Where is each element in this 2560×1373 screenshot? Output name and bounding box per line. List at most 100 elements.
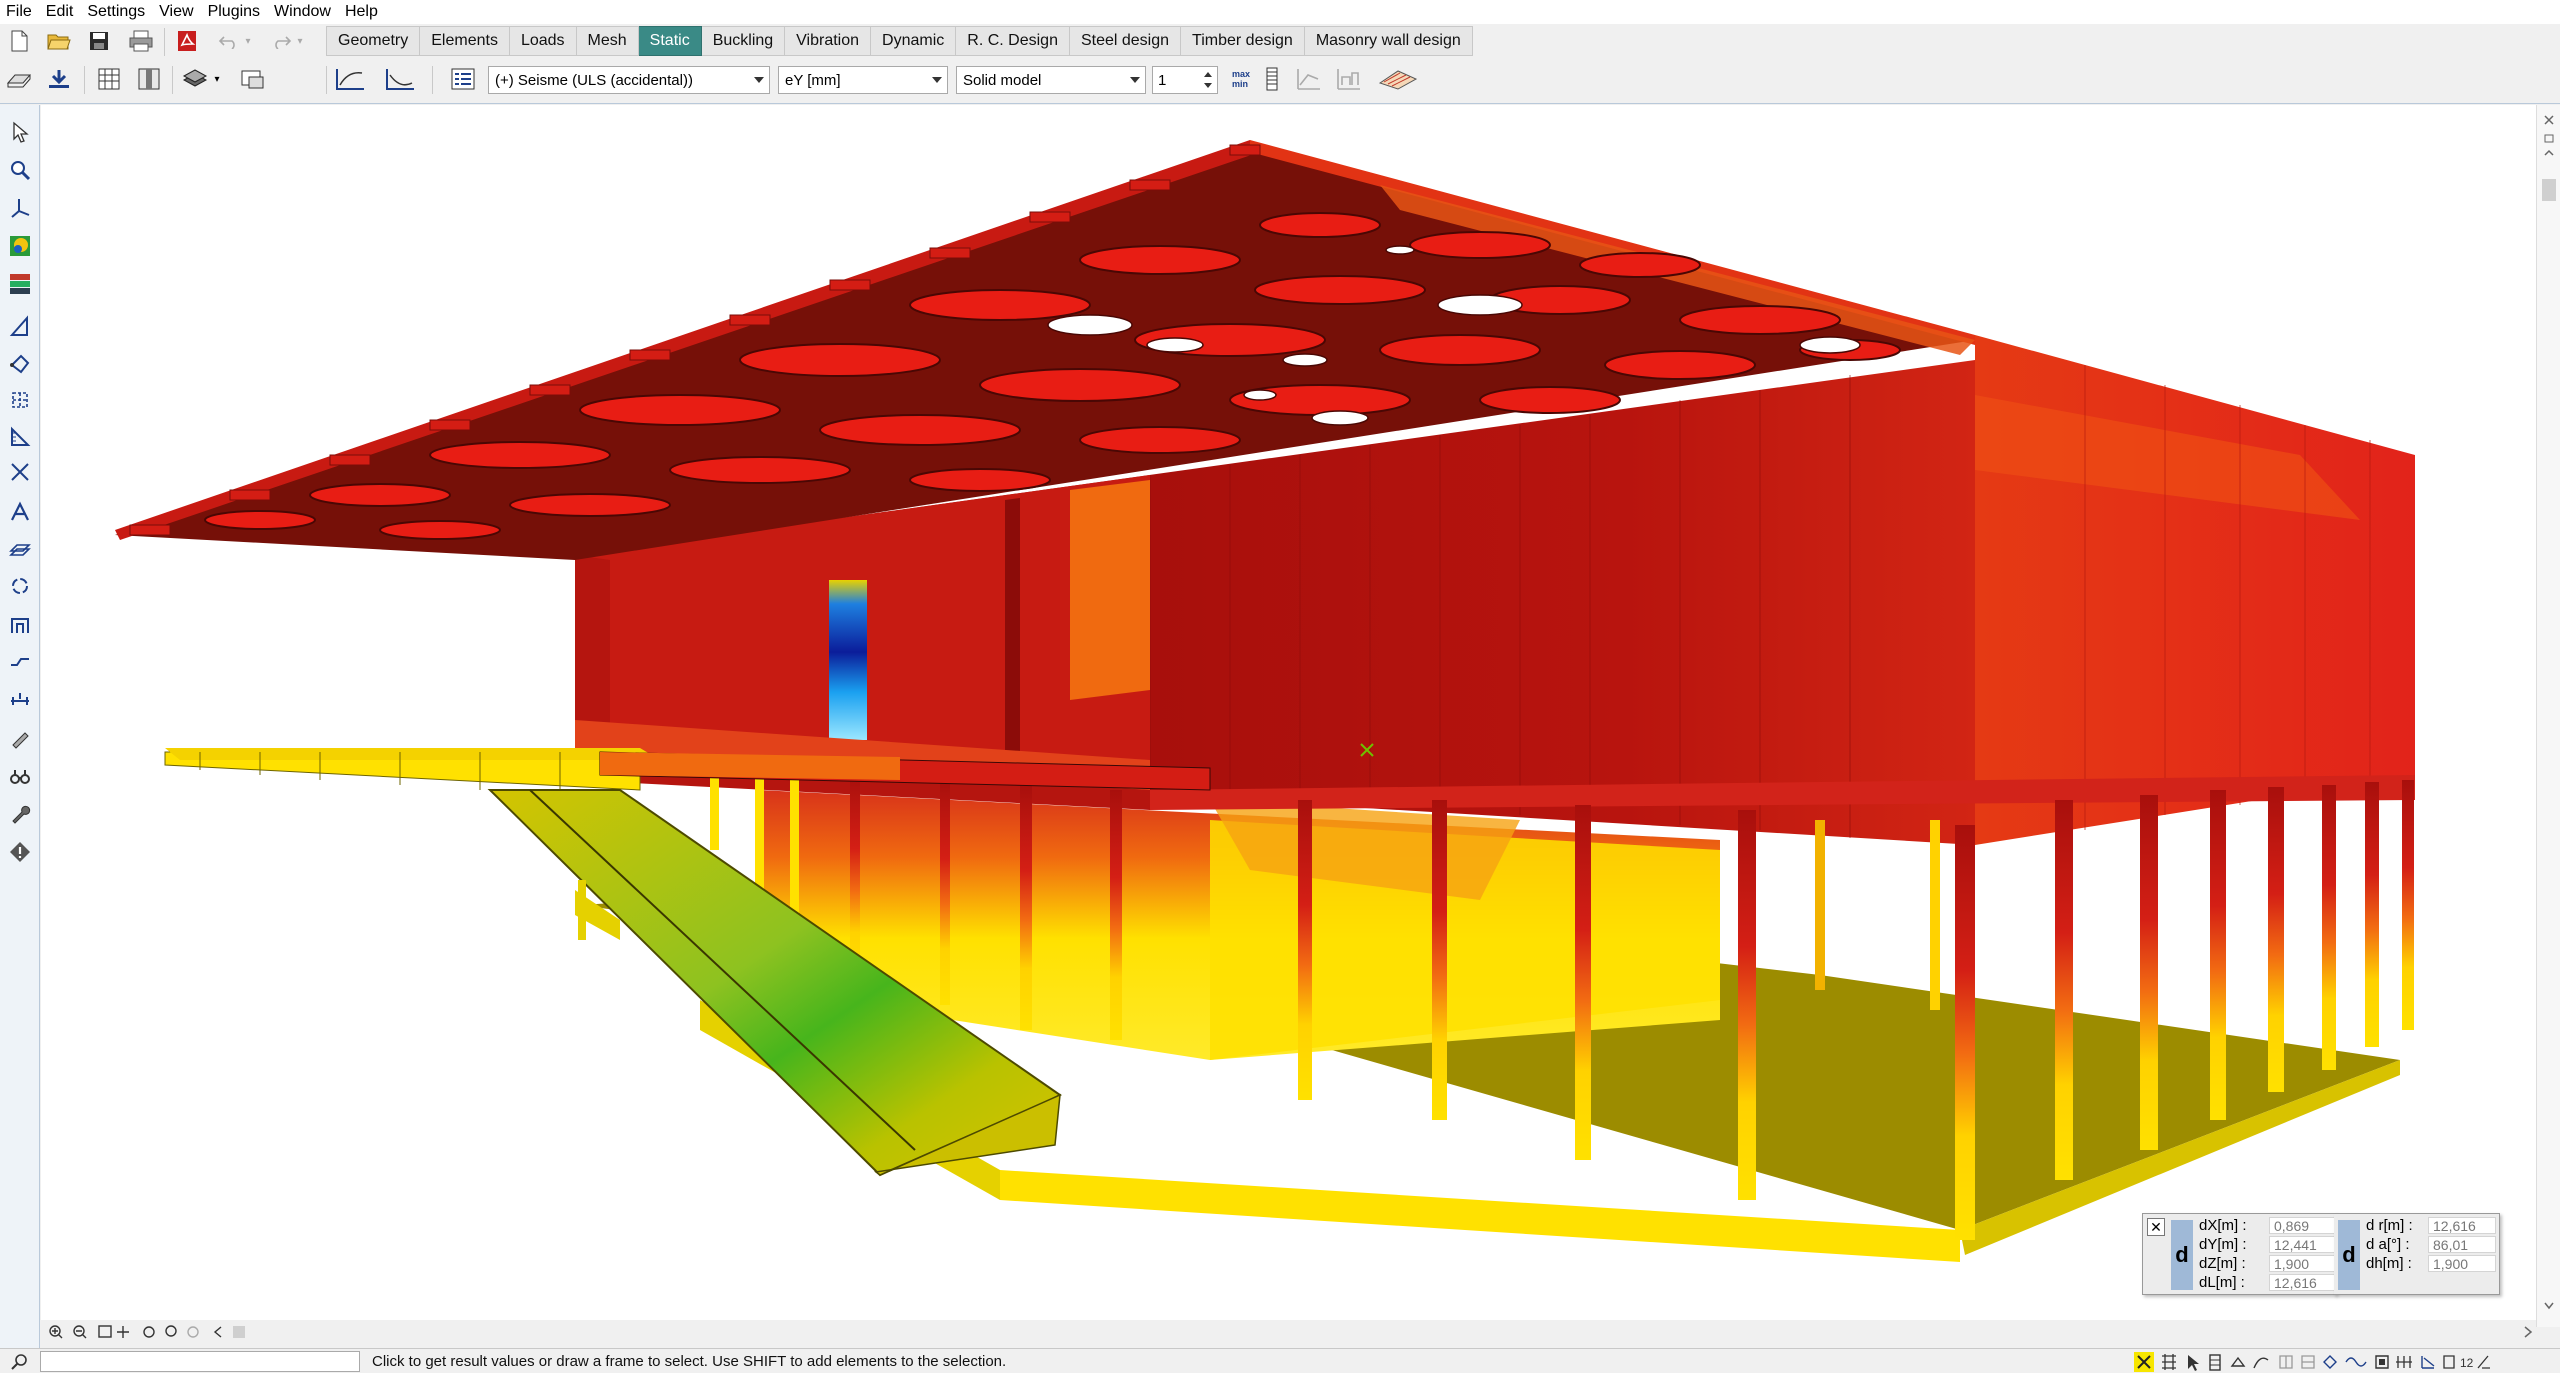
deformed-axis-alt-icon xyxy=(386,69,414,90)
layers-dropdown[interactable]: ▾ xyxy=(210,64,224,94)
balcony-slab-top xyxy=(165,748,660,760)
deformed-shape-animated-button[interactable] xyxy=(384,64,414,94)
frame-icon xyxy=(11,618,29,633)
download-arrow-icon xyxy=(49,70,69,88)
surface-plot-button[interactable] xyxy=(1376,64,1420,94)
menu-edit[interactable]: Edit xyxy=(46,3,74,21)
status-bar: Click to get result values or draw a fra… xyxy=(0,1348,2560,1373)
new-file-button[interactable] xyxy=(4,26,34,56)
render-mode-tool[interactable] xyxy=(5,231,35,261)
tab-geometry[interactable]: Geometry xyxy=(326,26,421,56)
minmax-button[interactable]: max min xyxy=(1224,64,1258,94)
dimension-tool[interactable] xyxy=(5,685,35,715)
scroll-down-icon[interactable] xyxy=(2542,1300,2556,1312)
node-tool[interactable] xyxy=(5,311,35,341)
roof-opening xyxy=(1579,252,1701,278)
snap-toggle-icons[interactable]: 12 xyxy=(2134,1352,2554,1372)
column xyxy=(2268,787,2284,1092)
search-icon[interactable] xyxy=(10,1353,30,1371)
roof-opening xyxy=(579,394,781,426)
result-layers-tool[interactable] xyxy=(5,269,35,299)
list-options-button[interactable] xyxy=(448,64,478,94)
menu-window[interactable]: Window xyxy=(274,3,331,21)
menu-help[interactable]: Help xyxy=(345,3,378,21)
brush-tool[interactable] xyxy=(5,723,35,753)
scale-stepper[interactable]: 1 xyxy=(1152,66,1218,94)
undo-dropdown[interactable]: ▾ xyxy=(240,26,256,56)
measure-close-button[interactable]: ✕ xyxy=(2147,1218,2165,1236)
zoom-tool[interactable] xyxy=(5,155,35,185)
info-tool[interactable] xyxy=(5,837,35,867)
3d-viewport[interactable]: Z X Y xyxy=(41,105,2536,1327)
column xyxy=(2365,782,2379,1047)
tab-vibration[interactable]: Vibration xyxy=(785,26,872,56)
pdf-export-button[interactable] xyxy=(172,26,202,56)
stepper-arrows-icon xyxy=(1204,72,1212,88)
save-button[interactable] xyxy=(84,26,114,56)
view-nav-icons[interactable] xyxy=(47,1324,247,1340)
vertical-scrollbar[interactable] xyxy=(2536,105,2560,1327)
tab-loads[interactable]: Loads xyxy=(509,26,577,56)
column xyxy=(2210,790,2226,1120)
deformed-shape-button[interactable] xyxy=(334,64,364,94)
tab-masonry-wall-design[interactable]: Masonry wall design xyxy=(1304,26,1473,56)
frame-tool[interactable] xyxy=(5,609,35,639)
axes-tool[interactable] xyxy=(5,193,35,223)
tab-buckling[interactable]: Buckling xyxy=(701,26,786,56)
menu-view[interactable]: View xyxy=(159,3,193,21)
recess-column-dark xyxy=(1005,498,1020,762)
tab-elements[interactable]: Elements xyxy=(420,26,510,56)
table-view-button[interactable] xyxy=(94,64,124,94)
roof-opening xyxy=(509,493,671,517)
result-type-select[interactable]: eY [mm] xyxy=(778,66,948,94)
column xyxy=(710,770,719,850)
tab-steel-design[interactable]: Steel design xyxy=(1069,26,1182,56)
download-results-button[interactable] xyxy=(44,64,74,94)
legend-button[interactable] xyxy=(1260,64,1290,94)
measure-triangle-icon xyxy=(11,426,31,446)
grid-tool[interactable] xyxy=(5,385,35,415)
roof-opening xyxy=(669,456,851,484)
tab-mesh[interactable]: Mesh xyxy=(576,26,639,56)
ramp-support-post xyxy=(578,880,586,940)
measure-tool[interactable] xyxy=(5,421,35,451)
select-tool[interactable] xyxy=(5,117,35,147)
support-tool[interactable] xyxy=(5,647,35,677)
plane-view-button[interactable] xyxy=(4,64,34,94)
grid-nodes-icon xyxy=(12,392,28,408)
tab-dynamic[interactable]: Dynamic xyxy=(871,26,957,56)
menu-settings[interactable]: Settings xyxy=(87,3,145,21)
redo-dropdown[interactable]: ▾ xyxy=(292,26,308,56)
section-diagram-button[interactable] xyxy=(1334,64,1364,94)
measure-row-dy: dY[m] : 12,441 xyxy=(2199,1236,2347,1255)
screen-capture-button[interactable] xyxy=(238,64,268,94)
label-tool[interactable] xyxy=(5,497,35,527)
menu-plugins[interactable]: Plugins xyxy=(208,3,260,21)
display-mode-select[interactable]: Solid model xyxy=(956,66,1146,94)
brush-icon xyxy=(12,732,29,749)
columns-view-button[interactable] xyxy=(134,64,164,94)
tab-rc-design[interactable]: R. C. Design xyxy=(956,26,1070,56)
magnifier-icon xyxy=(11,161,31,181)
menu-file[interactable]: File xyxy=(6,3,32,21)
status-search-input[interactable] xyxy=(40,1351,360,1372)
open-file-button[interactable] xyxy=(44,26,74,56)
line-tool[interactable] xyxy=(5,349,35,379)
scroll-right-icon[interactable] xyxy=(2521,1324,2535,1340)
diagram-button[interactable] xyxy=(1294,64,1324,94)
print-button[interactable] xyxy=(126,26,156,56)
column xyxy=(1110,790,1122,1040)
rotate-tool[interactable] xyxy=(5,571,35,601)
settings-tool[interactable] xyxy=(5,799,35,829)
tab-timber-design[interactable]: Timber design xyxy=(1181,26,1305,56)
layers-button[interactable] xyxy=(180,64,210,94)
close-icon: ✕ xyxy=(2150,1218,2162,1235)
node-triangle-icon xyxy=(9,315,28,336)
cut-tool[interactable] xyxy=(5,457,35,487)
load-case-select[interactable]: (+) Seisme (ULS (accidental)) xyxy=(488,66,770,94)
plane-tool[interactable] xyxy=(5,533,35,563)
column xyxy=(1020,785,1032,1030)
view-tool[interactable] xyxy=(5,761,35,791)
tab-static[interactable]: Static xyxy=(638,26,702,56)
scroll-thumb[interactable] xyxy=(2542,179,2556,201)
